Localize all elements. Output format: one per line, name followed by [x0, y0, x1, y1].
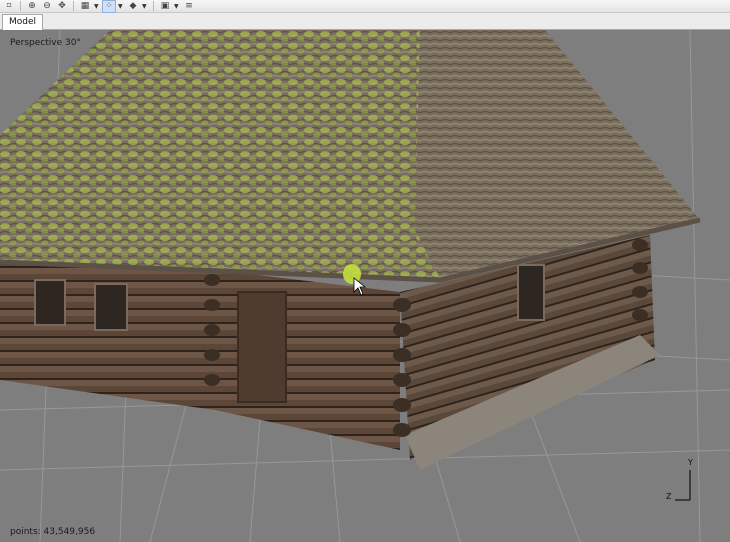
view-mode-label: Perspective 30°	[10, 38, 81, 48]
window-right	[517, 264, 545, 321]
chevron-down-icon[interactable]: ▼	[174, 1, 180, 12]
list-icon[interactable]: ≡	[183, 1, 195, 12]
point-cloud-icon[interactable]: ⁘	[102, 0, 116, 13]
tab-model[interactable]: Model	[2, 14, 44, 30]
zoom-out-icon[interactable]: ⊖	[41, 1, 53, 12]
zoom-in-icon[interactable]: ⊕	[26, 1, 38, 12]
chevron-down-icon[interactable]: ▼	[142, 1, 148, 12]
crop-icon[interactable]: ⌗	[3, 1, 15, 12]
toolbar-divider	[73, 1, 74, 11]
front-wall	[0, 258, 215, 410]
toolbar-divider	[153, 1, 154, 11]
points-count: points: 43,549,956	[10, 527, 96, 537]
axis-gizmo	[675, 470, 691, 501]
moss-patches	[0, 30, 440, 278]
shape-icon[interactable]: ◆	[127, 1, 139, 12]
window-left	[34, 279, 66, 326]
axis-z-label: Z	[666, 492, 672, 501]
move-icon[interactable]: ✥	[56, 1, 68, 12]
window-middle	[94, 283, 128, 331]
roof-hip-slope	[415, 30, 700, 278]
toolbar: ⌗ ⊕ ⊖ ✥ ▦ ▼ ⁘ ▼ ◆ ▼ ▣ ▼ ≡	[0, 0, 730, 13]
model-render	[0, 30, 730, 542]
app-window: ⌗ ⊕ ⊖ ✥ ▦ ▼ ⁘ ▼ ◆ ▼ ▣ ▼ ≡ Model Perspect…	[0, 0, 730, 542]
selection-marker[interactable]	[343, 264, 361, 284]
door	[237, 291, 287, 403]
image-icon[interactable]: ▣	[159, 1, 171, 12]
tab-bar: Model	[0, 13, 730, 30]
3d-viewport[interactable]: Perspective 30° points: 43,549,956 Y Z	[0, 30, 730, 542]
chevron-down-icon[interactable]: ▼	[118, 1, 124, 12]
axis-y-label: Y	[688, 458, 693, 467]
toolbar-divider	[20, 1, 21, 11]
chevron-down-icon[interactable]: ▼	[94, 1, 100, 12]
grid-icon[interactable]: ▦	[79, 1, 91, 12]
